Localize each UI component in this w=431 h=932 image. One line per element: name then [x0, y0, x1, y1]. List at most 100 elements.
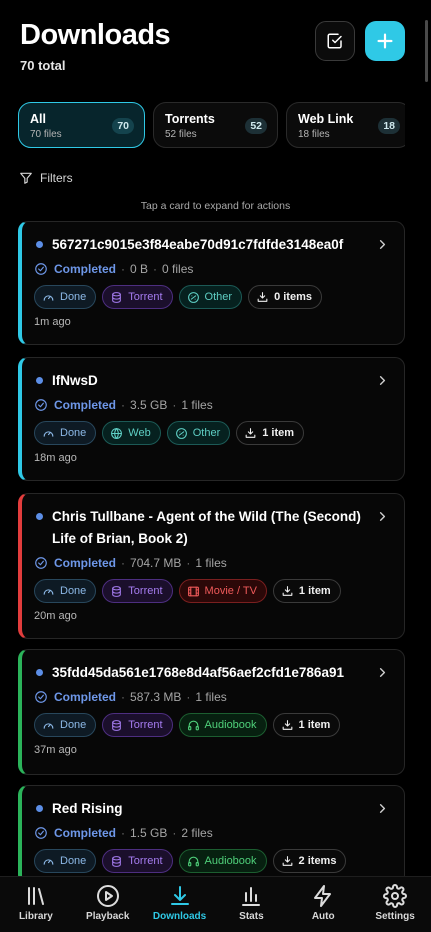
- film-icon: [187, 586, 199, 596]
- nav-item-stats[interactable]: Stats: [215, 877, 287, 932]
- separator-dot: ·: [121, 556, 126, 570]
- chip-row: Done Torrent Other 0 items: [34, 285, 322, 309]
- chip-web: Web: [102, 421, 161, 445]
- nav-label: Stats: [239, 911, 264, 922]
- download-title: 567271c9015e3f84eabe70d91c7fdfde3148ea0f: [52, 237, 344, 252]
- segment-count-badge: 70: [112, 118, 134, 134]
- globe-icon: [111, 427, 123, 439]
- expand-hint: Tap a card to expand for actions: [140, 200, 291, 212]
- play-circle-icon: [96, 885, 119, 907]
- chip-row: Done Torrent Movie / TV 1 item: [34, 579, 341, 603]
- segment-file-count: 52 files: [165, 129, 197, 140]
- filters-toggle[interactable]: Filters: [19, 171, 73, 185]
- chip-done: Done: [34, 713, 97, 737]
- chip-label: Done: [60, 719, 87, 731]
- status-dot: [36, 805, 43, 812]
- gear-icon: [383, 884, 408, 908]
- separator-dot: ·: [172, 826, 177, 840]
- expand-chevron[interactable]: [375, 665, 390, 685]
- segment-file-count: 70 files: [30, 129, 62, 140]
- headphones-icon: [187, 720, 199, 730]
- separator-dot: ·: [121, 690, 126, 704]
- expand-chevron[interactable]: [375, 237, 390, 257]
- chip-label: Done: [60, 585, 87, 597]
- nav-item-downloads[interactable]: Downloads: [144, 877, 216, 932]
- status-dot: [36, 669, 43, 676]
- chip-label: Done: [60, 855, 87, 867]
- database-icon: [112, 585, 122, 597]
- chip-done: Done: [34, 579, 97, 603]
- scrollbar[interactable]: [425, 20, 428, 82]
- file-count: 1 files: [195, 690, 227, 704]
- add-download-button[interactable]: [365, 21, 405, 61]
- status-text: Completed: [54, 690, 117, 704]
- gauge-icon: [43, 294, 54, 301]
- nav-item-settings[interactable]: Settings: [359, 877, 431, 932]
- status-line: Completed · 704.7 MB · 1 files: [34, 556, 227, 570]
- chevron-right-icon: [379, 668, 386, 677]
- download-title: 35fdd45da561e1768e8d4af56aef2cfd1e786a91: [52, 665, 344, 680]
- download-card[interactable]: 567271c9015e3f84eabe70d91c7fdfde3148ea0f…: [18, 221, 405, 345]
- separator-dot: ·: [121, 262, 126, 276]
- chip-label: 1 item: [298, 719, 331, 731]
- separator-dot: ·: [121, 398, 126, 412]
- database-icon: [112, 291, 122, 303]
- chip-movie: Movie / TV: [178, 579, 267, 603]
- download-tray-icon: [245, 427, 256, 438]
- expand-chevron[interactable]: [375, 509, 390, 529]
- download-card[interactable]: 35fdd45da561e1768e8d4af56aef2cfd1e786a91…: [18, 649, 405, 775]
- chip-done: Done: [34, 285, 97, 309]
- nav-label: Playback: [86, 911, 130, 922]
- segment-label: Torrents: [165, 112, 215, 126]
- other-icon: [175, 427, 187, 439]
- chip-label: Web: [128, 427, 151, 439]
- checkbox-icon: [327, 33, 342, 49]
- library-icon: [27, 887, 44, 905]
- category-segments: All 70 files 70 Torrents 52 files 52 Web…: [18, 102, 405, 148]
- download-tray-icon: [257, 291, 268, 302]
- size-text: 587.3 MB: [130, 690, 182, 704]
- chip-label: Done: [60, 291, 87, 303]
- chip-torrent: Torrent: [102, 285, 173, 309]
- chip-label: Torrent: [128, 585, 163, 597]
- chip-label: Torrent: [128, 719, 163, 731]
- download-tray-icon: [282, 719, 292, 730]
- segment-label: All: [30, 112, 46, 126]
- chip-label: Audiobook: [204, 719, 257, 731]
- expand-chevron[interactable]: [375, 801, 390, 821]
- size-text: 1.5 GB: [130, 826, 168, 840]
- lightning-icon: [314, 885, 332, 907]
- download-tray-icon: [282, 855, 292, 866]
- select-mode-button[interactable]: [315, 21, 355, 61]
- nav-item-library[interactable]: Library: [0, 877, 72, 932]
- database-icon: [112, 719, 122, 731]
- nav-label: Settings: [375, 911, 415, 922]
- check-circle-icon: [35, 557, 47, 569]
- status-text: Completed: [54, 556, 117, 570]
- file-count: 1 files: [195, 556, 227, 570]
- expand-chevron[interactable]: [375, 373, 390, 393]
- nav-item-auto[interactable]: Auto: [287, 877, 359, 932]
- segment-all[interactable]: All 70 files 70: [18, 102, 145, 148]
- download-icon: [170, 886, 189, 905]
- chip-label: 2 items: [298, 855, 337, 867]
- segment-file-count: 18 files: [298, 129, 330, 140]
- segment-web-link[interactable]: Web Link 18 files 18: [286, 102, 405, 148]
- chip-label: 1 item: [262, 427, 295, 439]
- time-ago: 37m ago: [34, 744, 77, 756]
- nav-item-playback[interactable]: Playback: [72, 877, 144, 932]
- status-line: Completed · 1.5 GB · 2 files: [34, 826, 213, 840]
- download-card[interactable]: IfNwsD Completed · 3.5 GB · 1 files Done Web Oth…: [18, 357, 405, 481]
- segment-torrents[interactable]: Torrents 52 files 52: [153, 102, 278, 148]
- download-title: IfNwsD: [52, 373, 98, 388]
- chip-label: Done: [60, 427, 87, 439]
- download-card[interactable]: Red Rising Completed · 1.5 GB · 2 files Done To…: [18, 785, 405, 885]
- separator-dot: ·: [186, 556, 191, 570]
- file-count: 2 files: [181, 826, 213, 840]
- chip-audio: Audiobook: [178, 713, 267, 737]
- plus-icon: [377, 33, 393, 49]
- status-text: Completed: [54, 826, 117, 840]
- chip-label: 1 item: [298, 585, 331, 597]
- chip-label: Torrent: [128, 291, 163, 303]
- download-card[interactable]: Chris Tullbane - Agent of the Wild (The …: [18, 493, 405, 639]
